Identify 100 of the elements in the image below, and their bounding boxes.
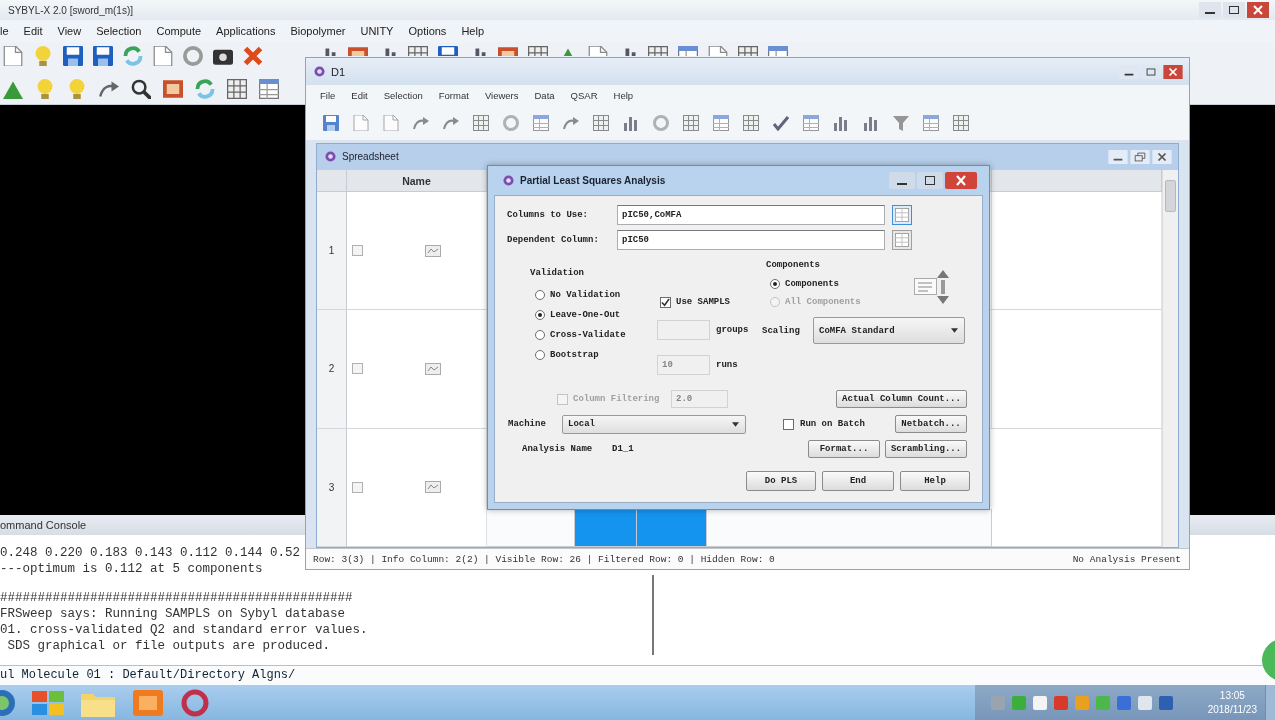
light-bulb-icon[interactable]	[35, 79, 55, 99]
table-icon[interactable]	[533, 114, 549, 131]
refresh-icon[interactable]	[195, 79, 215, 99]
window-icon[interactable]	[163, 79, 183, 99]
grid-icon[interactable]	[683, 114, 699, 131]
cross-icon[interactable]	[243, 46, 263, 66]
menu-item[interactable]: View	[57, 25, 82, 37]
scrollbar[interactable]	[1162, 170, 1178, 547]
tray-icon[interactable]	[1054, 695, 1068, 710]
pick-button[interactable]	[892, 205, 912, 225]
dialog-button[interactable]: Netbatch...	[895, 415, 967, 433]
table-icon[interactable]	[803, 114, 819, 131]
menu-item[interactable]: Edit	[351, 89, 368, 101]
bar-chart-icon[interactable]	[863, 114, 879, 131]
close-button[interactable]	[1247, 2, 1269, 18]
tray-icon[interactable]	[1159, 695, 1173, 710]
row-header[interactable]: 1	[317, 192, 347, 311]
minimize-button[interactable]	[1199, 2, 1221, 18]
text-field[interactable]: pIC50,CoMFA	[617, 205, 885, 225]
grid-icon[interactable]	[227, 79, 247, 99]
row-header[interactable]: 3	[317, 428, 347, 547]
light-bulb-icon[interactable]	[67, 79, 87, 99]
menu-item[interactable]: Applications	[216, 25, 276, 37]
menu-item[interactable]: Format	[438, 89, 469, 101]
floating-widget-icon[interactable]	[1261, 638, 1275, 682]
save-icon[interactable]	[63, 46, 83, 66]
save-icon[interactable]	[93, 46, 113, 66]
document-icon[interactable]	[353, 114, 369, 131]
check-icon[interactable]	[773, 114, 789, 131]
bar-chart-icon[interactable]	[623, 114, 639, 131]
mountain-icon[interactable]	[3, 79, 23, 99]
dialog-button[interactable]: Help	[900, 471, 970, 491]
dialog-button[interactable]: Scrambling...	[885, 440, 967, 458]
maximize-button[interactable]	[917, 172, 943, 189]
menu-item[interactable]: Selection	[96, 25, 142, 37]
maximize-button[interactable]	[1223, 2, 1245, 18]
menu-item[interactable]: File	[320, 89, 336, 101]
funnel-icon[interactable]	[893, 114, 909, 131]
text-field[interactable]: pIC50	[617, 230, 885, 250]
dialog-button[interactable]: Actual Column Count...	[836, 390, 967, 408]
column-header[interactable]: Name	[347, 170, 487, 192]
dialog-button[interactable]: Format...	[808, 440, 880, 458]
spinner-icon[interactable]	[914, 270, 950, 304]
close-button[interactable]	[1163, 64, 1183, 79]
scrollbar-thumb[interactable]	[1165, 180, 1176, 212]
menu-item[interactable]: Data	[534, 89, 555, 101]
radio-button[interactable]	[535, 310, 545, 320]
close-button[interactable]	[1152, 149, 1172, 164]
bar-chart-icon[interactable]	[833, 114, 849, 131]
table-icon[interactable]	[923, 114, 939, 131]
radio-button[interactable]	[535, 330, 545, 340]
tray-icon[interactable]	[1033, 695, 1047, 710]
document-icon[interactable]	[383, 114, 399, 131]
arrow-icon[interactable]	[443, 114, 459, 131]
search-icon[interactable]	[131, 79, 151, 99]
menu-item[interactable]: Edit	[23, 25, 43, 37]
row-header[interactable]: 2	[317, 310, 347, 429]
minimize-button[interactable]	[1108, 149, 1128, 164]
save-icon[interactable]	[323, 114, 339, 131]
grid-icon[interactable]	[593, 114, 609, 131]
dialog-button[interactable]: End	[822, 471, 894, 491]
close-button[interactable]	[945, 172, 977, 189]
menu-item[interactable]: le	[0, 25, 9, 37]
document-icon[interactable]	[3, 46, 23, 66]
menu-item[interactable]: Help	[613, 89, 634, 101]
menu-item[interactable]: Biopolymer	[290, 25, 346, 37]
tray-icon[interactable]	[1117, 695, 1131, 710]
pick-button[interactable]	[892, 230, 912, 250]
document-icon[interactable]	[153, 46, 173, 66]
tray-icon[interactable]	[1138, 695, 1152, 710]
radio-button[interactable]	[770, 279, 780, 289]
menu-item[interactable]: Options	[408, 25, 447, 37]
restore-button[interactable]	[1130, 149, 1150, 164]
arrow-icon[interactable]	[563, 114, 579, 131]
table-icon[interactable]	[259, 79, 279, 99]
menu-item[interactable]: UNITY	[360, 25, 394, 37]
grid-icon[interactable]	[953, 114, 969, 131]
menu-item[interactable]: Selection	[383, 89, 423, 101]
checkbox[interactable]	[783, 418, 794, 430]
refresh-icon[interactable]	[123, 46, 143, 66]
menu-item[interactable]: QSAR	[570, 89, 598, 101]
ring-icon[interactable]	[653, 114, 669, 131]
radio-button[interactable]	[535, 290, 545, 300]
minimize-button[interactable]	[889, 172, 915, 189]
dialog-button[interactable]: Do PLS	[746, 471, 816, 491]
radio-button[interactable]	[535, 350, 545, 360]
start-icon[interactable]	[0, 687, 16, 718]
dropdown[interactable]: CoMFA Standard	[813, 317, 965, 344]
command-field[interactable]: ul Molecule 01 : Default/Directory Algns/	[0, 665, 1275, 685]
grid-icon[interactable]	[743, 114, 759, 131]
ring-icon[interactable]	[503, 114, 519, 131]
menu-item[interactable]: Help	[461, 25, 484, 37]
light-bulb-icon[interactable]	[33, 46, 53, 66]
checkbox[interactable]	[660, 296, 671, 308]
grid-icon[interactable]	[473, 114, 489, 131]
arrow-icon[interactable]	[99, 79, 119, 99]
table-icon[interactable]	[713, 114, 729, 131]
menu-item[interactable]: Compute	[156, 25, 202, 37]
dropdown[interactable]: Local	[562, 414, 746, 434]
ring-icon[interactable]	[180, 687, 210, 718]
